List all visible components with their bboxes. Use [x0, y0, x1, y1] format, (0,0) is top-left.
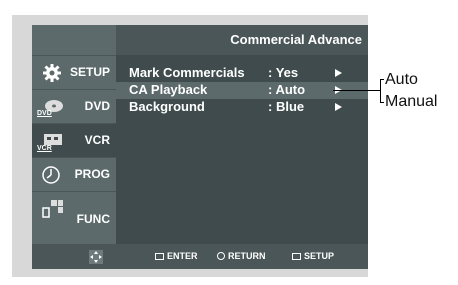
- function-icon: [42, 200, 63, 218]
- callout-bracket: [380, 79, 381, 103]
- sidebar-item-prog[interactable]: PROG: [32, 157, 116, 191]
- sidebar-item-setup[interactable]: SETUP: [32, 55, 116, 89]
- footer-enter: ENTER: [155, 251, 198, 261]
- vcr-logo-text: VCR: [37, 145, 52, 152]
- callout-option-manual: Manual: [385, 93, 438, 110]
- footer-return-label: RETURN: [228, 251, 266, 261]
- menu-row-value: : Blue: [268, 99, 305, 114]
- footer-return: RETURN: [217, 251, 266, 261]
- sidebar-item-vcr[interactable]: VCR VCR: [32, 123, 116, 157]
- sidebar-item-func[interactable]: FUNC: [32, 191, 116, 244]
- arrow-right-icon: [335, 69, 342, 77]
- dvd-logo-text: DVD: [37, 110, 52, 117]
- menu-row-label: Mark Commercials: [129, 65, 245, 80]
- footer-bar: ENTER RETURN SETUP: [32, 244, 368, 269]
- sidebar-item-label: VCR: [84, 133, 110, 147]
- callout-bracket-bottom: [380, 102, 384, 103]
- page-title: Commercial Advance: [230, 32, 362, 47]
- return-key-icon: [217, 252, 225, 260]
- footer-setup: SETUP: [292, 251, 334, 261]
- arrow-right-icon: [335, 103, 342, 111]
- sidebar-header: [32, 25, 116, 55]
- menu-row-value: : Yes: [268, 65, 299, 80]
- footer-setup-label: SETUP: [304, 251, 335, 261]
- callout-option-auto: Auto: [385, 71, 418, 88]
- enter-key-icon: [155, 253, 164, 260]
- gear-icon: [43, 64, 61, 82]
- sidebar-item-label: SETUP: [69, 65, 110, 79]
- menu-row-ca-playback[interactable]: CA Playback : Auto: [116, 82, 368, 99]
- sidebar-item-label: DVD: [84, 99, 110, 113]
- setup-key-icon: [292, 253, 301, 260]
- sidebar-item-label: FUNC: [76, 212, 110, 226]
- menu-row-label: CA Playback: [129, 82, 208, 97]
- dpad-icon: [89, 250, 103, 264]
- menu-row-mark-commercials[interactable]: Mark Commercials : Yes: [116, 65, 368, 82]
- sidebar-item-label: PROG: [74, 167, 110, 181]
- menu-row-value: : Auto: [268, 82, 306, 97]
- clock-icon: [42, 166, 60, 184]
- menu-row-background[interactable]: Background : Blue: [116, 99, 368, 116]
- callout-leader-line: [333, 90, 380, 91]
- footer-enter-label: ENTER: [167, 251, 198, 261]
- sidebar-item-dvd[interactable]: DVD DVD: [32, 89, 116, 123]
- sidebar: SETUP DVD DVD VCR VCR PROG FUNC: [32, 25, 116, 244]
- menu-header: Commercial Advance: [116, 25, 368, 55]
- menu-row-label: Background: [129, 99, 205, 114]
- callout-bracket-top: [380, 79, 384, 80]
